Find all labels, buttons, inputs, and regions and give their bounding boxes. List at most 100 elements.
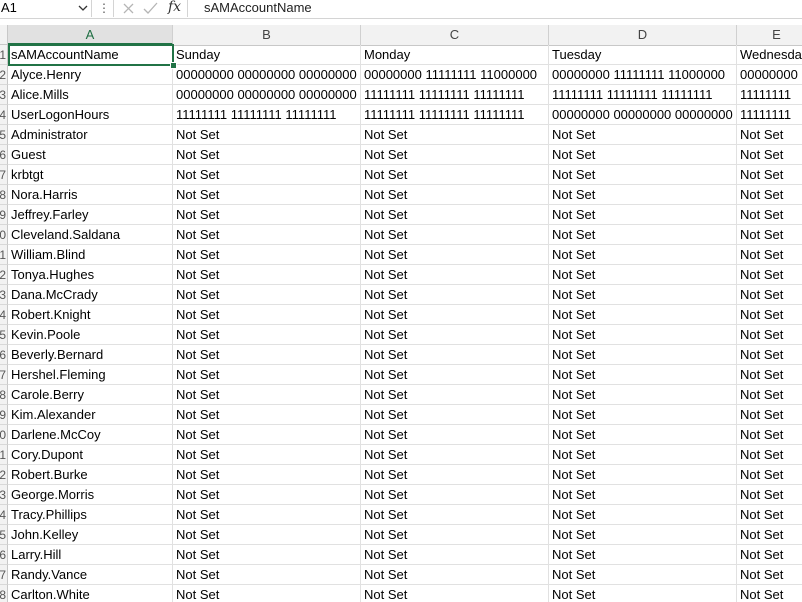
cell-b27[interactable]: Not Set (173, 565, 361, 585)
cell-c20[interactable]: Not Set (361, 425, 549, 445)
row-header[interactable]: 2 (0, 65, 8, 85)
cell-a3[interactable]: Alice.Mills (8, 85, 173, 105)
cell-d21[interactable]: Not Set (549, 445, 737, 465)
cell-a17[interactable]: Hershel.Fleming (8, 365, 173, 385)
cell-c28[interactable]: Not Set (361, 585, 549, 602)
cell-e23[interactable]: Not Set (737, 485, 802, 505)
cell-d2[interactable]: 00000000 11111111 11000000 (549, 65, 737, 85)
row-header[interactable]: 4 (0, 105, 8, 125)
cell-e20[interactable]: Not Set (737, 425, 802, 445)
cell-d14[interactable]: Not Set (549, 305, 737, 325)
cell-c12[interactable]: Not Set (361, 265, 549, 285)
row-header[interactable]: 19 (0, 405, 8, 425)
cell-d1[interactable]: Tuesday (549, 45, 737, 65)
row-header[interactable]: 1 (0, 45, 8, 65)
cell-a26[interactable]: Larry.Hill (8, 545, 173, 565)
cell-e21[interactable]: Not Set (737, 445, 802, 465)
cell-d27[interactable]: Not Set (549, 565, 737, 585)
cell-e10[interactable]: Not Set (737, 225, 802, 245)
name-box[interactable]: A1 (0, 0, 92, 17)
cell-e5[interactable]: Not Set (737, 125, 802, 145)
row-header[interactable]: 17 (0, 365, 8, 385)
cell-e27[interactable]: Not Set (737, 565, 802, 585)
cell-b20[interactable]: Not Set (173, 425, 361, 445)
cell-c26[interactable]: Not Set (361, 545, 549, 565)
fx-icon[interactable]: fx (168, 0, 181, 15)
cell-a28[interactable]: Carlton.White (8, 585, 173, 602)
cell-e28[interactable]: Not Set (737, 585, 802, 602)
cell-e4[interactable]: 11111111 (737, 105, 802, 125)
cell-c13[interactable]: Not Set (361, 285, 549, 305)
cell-d15[interactable]: Not Set (549, 325, 737, 345)
cell-b19[interactable]: Not Set (173, 405, 361, 425)
cell-e11[interactable]: Not Set (737, 245, 802, 265)
cell-b18[interactable]: Not Set (173, 385, 361, 405)
cell-d10[interactable]: Not Set (549, 225, 737, 245)
fill-handle[interactable] (170, 62, 177, 69)
close-icon[interactable] (122, 2, 135, 15)
row-header[interactable]: 14 (0, 305, 8, 325)
row-header[interactable]: 7 (0, 165, 8, 185)
column-header-e[interactable]: E (737, 25, 802, 45)
cell-c15[interactable]: Not Set (361, 325, 549, 345)
cell-d26[interactable]: Not Set (549, 545, 737, 565)
cell-c4[interactable]: 11111111 11111111 11111111 (361, 105, 549, 125)
cell-e18[interactable]: Not Set (737, 385, 802, 405)
cell-a1[interactable]: sAMAccountName (8, 45, 173, 65)
row-header[interactable]: 25 (0, 525, 8, 545)
cell-e13[interactable]: Not Set (737, 285, 802, 305)
cell-c25[interactable]: Not Set (361, 525, 549, 545)
cell-d19[interactable]: Not Set (549, 405, 737, 425)
cell-a5[interactable]: Administrator (8, 125, 173, 145)
cell-e2[interactable]: 00000000 (737, 65, 802, 85)
row-header[interactable]: 3 (0, 85, 8, 105)
cell-b4[interactable]: 11111111 11111111 11111111 (173, 105, 361, 125)
formula-input[interactable]: sAMAccountName (204, 0, 312, 16)
cell-e8[interactable]: Not Set (737, 185, 802, 205)
cell-d22[interactable]: Not Set (549, 465, 737, 485)
cell-a12[interactable]: Tonya.Hughes (8, 265, 173, 285)
cell-e22[interactable]: Not Set (737, 465, 802, 485)
cell-d11[interactable]: Not Set (549, 245, 737, 265)
cell-a2[interactable]: Alyce.Henry (8, 65, 173, 85)
cell-c14[interactable]: Not Set (361, 305, 549, 325)
cell-a6[interactable]: Guest (8, 145, 173, 165)
cell-c19[interactable]: Not Set (361, 405, 549, 425)
cell-d8[interactable]: Not Set (549, 185, 737, 205)
row-header[interactable]: 11 (0, 245, 8, 265)
cell-e24[interactable]: Not Set (737, 505, 802, 525)
more-options-icon[interactable]: ⋮ (98, 1, 110, 15)
cell-e17[interactable]: Not Set (737, 365, 802, 385)
row-header[interactable]: 15 (0, 325, 8, 345)
cell-d13[interactable]: Not Set (549, 285, 737, 305)
cell-a8[interactable]: Nora.Harris (8, 185, 173, 205)
cell-a11[interactable]: William.Blind (8, 245, 173, 265)
cell-d25[interactable]: Not Set (549, 525, 737, 545)
cell-d9[interactable]: Not Set (549, 205, 737, 225)
cell-b11[interactable]: Not Set (173, 245, 361, 265)
column-header-c[interactable]: C (361, 25, 549, 45)
cell-a27[interactable]: Randy.Vance (8, 565, 173, 585)
cell-c22[interactable]: Not Set (361, 465, 549, 485)
row-header[interactable]: 23 (0, 485, 8, 505)
cell-d17[interactable]: Not Set (549, 365, 737, 385)
select-all-corner[interactable] (0, 25, 8, 45)
cell-c5[interactable]: Not Set (361, 125, 549, 145)
cell-e15[interactable]: Not Set (737, 325, 802, 345)
cell-d18[interactable]: Not Set (549, 385, 737, 405)
cell-e9[interactable]: Not Set (737, 205, 802, 225)
cell-d20[interactable]: Not Set (549, 425, 737, 445)
column-header-a[interactable]: A (8, 25, 173, 45)
cell-b7[interactable]: Not Set (173, 165, 361, 185)
cell-d5[interactable]: Not Set (549, 125, 737, 145)
cell-a19[interactable]: Kim.Alexander (8, 405, 173, 425)
cell-e25[interactable]: Not Set (737, 525, 802, 545)
cell-b15[interactable]: Not Set (173, 325, 361, 345)
cell-b3[interactable]: 00000000 00000000 00000000 (173, 85, 361, 105)
row-header[interactable]: 21 (0, 445, 8, 465)
cell-b22[interactable]: Not Set (173, 465, 361, 485)
cell-a16[interactable]: Beverly.Bernard (8, 345, 173, 365)
cell-e3[interactable]: 11111111 (737, 85, 802, 105)
row-header[interactable]: 20 (0, 425, 8, 445)
cell-b13[interactable]: Not Set (173, 285, 361, 305)
